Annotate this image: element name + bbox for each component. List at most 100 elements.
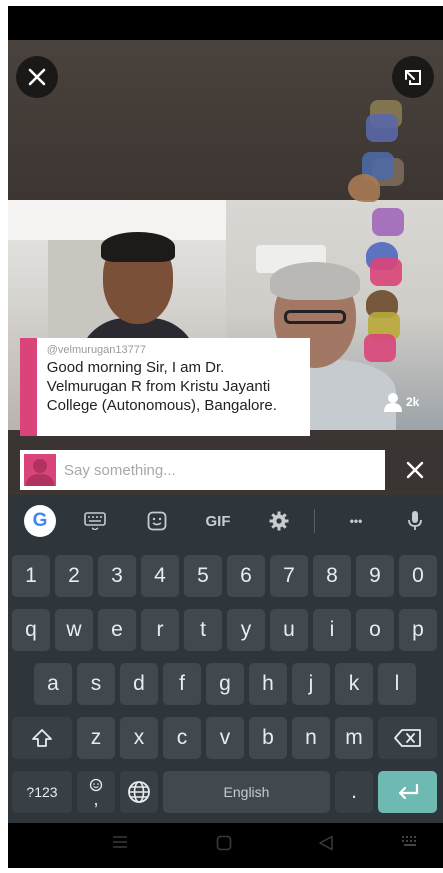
key-x[interactable]: x (120, 717, 158, 759)
share-button[interactable] (392, 56, 434, 98)
key-u[interactable]: u (270, 609, 308, 651)
key-7[interactable]: 7 (270, 555, 308, 597)
google-button[interactable]: G (22, 505, 58, 537)
key-m[interactable]: m (335, 717, 373, 759)
soft-keyboard: G GIF ••• 1 2 3 4 5 6 7 8 9 0 q w e r t … (8, 495, 443, 823)
key-k[interactable]: k (335, 663, 373, 705)
space-key[interactable]: English (163, 771, 330, 813)
keyboard-icon (402, 836, 416, 846)
toolbar-divider (314, 509, 315, 533)
key-i[interactable]: i (313, 609, 351, 651)
emoji-comma-key[interactable]: , (77, 771, 115, 813)
status-bar (8, 6, 443, 40)
comma-label: , (93, 789, 99, 809)
key-f[interactable]: f (163, 663, 201, 705)
language-key[interactable] (120, 771, 158, 813)
globe-icon (128, 781, 150, 803)
key-g[interactable]: g (206, 663, 244, 705)
key-j[interactable]: j (292, 663, 330, 705)
key-l[interactable]: l (378, 663, 416, 705)
key-p[interactable]: p (399, 609, 437, 651)
share-icon (405, 70, 421, 85)
gear-icon (269, 511, 289, 531)
comment-input-row: Say something... (8, 436, 443, 491)
key-2[interactable]: 2 (55, 555, 93, 597)
key-4[interactable]: 4 (141, 555, 179, 597)
camera-icon (372, 208, 404, 236)
comment-username: @velmurugan13777 (46, 344, 146, 356)
key-a[interactable]: a (34, 663, 72, 705)
keyboard-icon-glyph (84, 512, 106, 530)
key-8[interactable]: 8 (313, 555, 351, 597)
key-b[interactable]: b (249, 717, 287, 759)
comment-card: @velmurugan13777 Good morning Sir, I am … (20, 338, 310, 436)
settings-button[interactable] (264, 505, 294, 537)
menu-button[interactable] (112, 835, 128, 852)
voice-input-button[interactable] (402, 505, 428, 537)
close-live-button[interactable] (16, 56, 58, 98)
host-hair (101, 232, 175, 262)
comment-body: @velmurugan13777 Good morning Sir, I am … (37, 338, 310, 436)
camera-icon (370, 258, 402, 286)
google-icon: G (24, 505, 56, 537)
viewer-count-label: 2k (406, 395, 420, 409)
key-5[interactable]: 5 (184, 555, 222, 597)
key-q[interactable]: q (12, 609, 50, 651)
sticker-icon (147, 511, 167, 531)
guest-glasses (284, 310, 346, 324)
key-9[interactable]: 9 (356, 555, 394, 597)
key-n[interactable]: n (292, 717, 330, 759)
comment-input-placeholder: Say something... (64, 461, 176, 479)
close-icon (406, 461, 424, 479)
close-icon (28, 68, 46, 86)
back-button[interactable] (318, 835, 334, 854)
key-o[interactable]: o (356, 609, 394, 651)
key-w[interactable]: w (55, 609, 93, 651)
comment-avatar (20, 338, 37, 436)
enter-icon (398, 783, 418, 800)
key-z[interactable]: z (77, 717, 115, 759)
comment-text: Good morning Sir, I am Dr. Velmurugan R … (46, 359, 277, 414)
key-6[interactable]: 6 (227, 555, 265, 597)
camera-icon (364, 334, 396, 362)
shift-icon (32, 729, 52, 747)
heart-icon (348, 174, 380, 202)
viewer-count: 2k (384, 392, 419, 412)
user-avatar (24, 454, 56, 486)
keyboard-hide-button[interactable] (400, 835, 420, 854)
symbols-key[interactable]: ?123 (12, 771, 72, 813)
key-e[interactable]: e (98, 609, 136, 651)
key-v[interactable]: v (206, 717, 244, 759)
key-t[interactable]: t (184, 609, 222, 651)
key-y[interactable]: y (227, 609, 265, 651)
keyboard-icon[interactable] (80, 505, 110, 537)
gif-button[interactable]: GIF (198, 505, 238, 537)
period-key[interactable]: . (335, 771, 373, 813)
person-icon (384, 393, 402, 412)
key-s[interactable]: s (77, 663, 115, 705)
shift-key[interactable] (12, 717, 72, 759)
key-0[interactable]: 0 (399, 555, 437, 597)
avatar-icon (26, 459, 54, 486)
key-r[interactable]: r (141, 609, 179, 651)
sticker-button[interactable] (142, 505, 172, 537)
microphone-icon (408, 511, 422, 530)
menu-icon (113, 836, 127, 848)
more-button[interactable]: ••• (338, 505, 374, 537)
home-button[interactable] (216, 835, 232, 854)
keyboard-toolbar: G GIF ••• (8, 495, 443, 547)
comment-input[interactable]: Say something... (20, 450, 385, 490)
key-c[interactable]: c (163, 717, 201, 759)
key-1[interactable]: 1 (12, 555, 50, 597)
backspace-key[interactable] (378, 717, 437, 759)
back-icon (319, 835, 333, 851)
live-video: 2k @velmurugan13777 Good morning Sir, I … (8, 40, 443, 495)
key-d[interactable]: d (120, 663, 158, 705)
key-3[interactable]: 3 (98, 555, 136, 597)
system-nav-bar (8, 823, 443, 868)
home-icon (216, 835, 232, 851)
close-comment-button[interactable] (400, 450, 430, 490)
key-h[interactable]: h (249, 663, 287, 705)
enter-key[interactable] (378, 771, 437, 813)
floating-reactions (348, 100, 418, 370)
